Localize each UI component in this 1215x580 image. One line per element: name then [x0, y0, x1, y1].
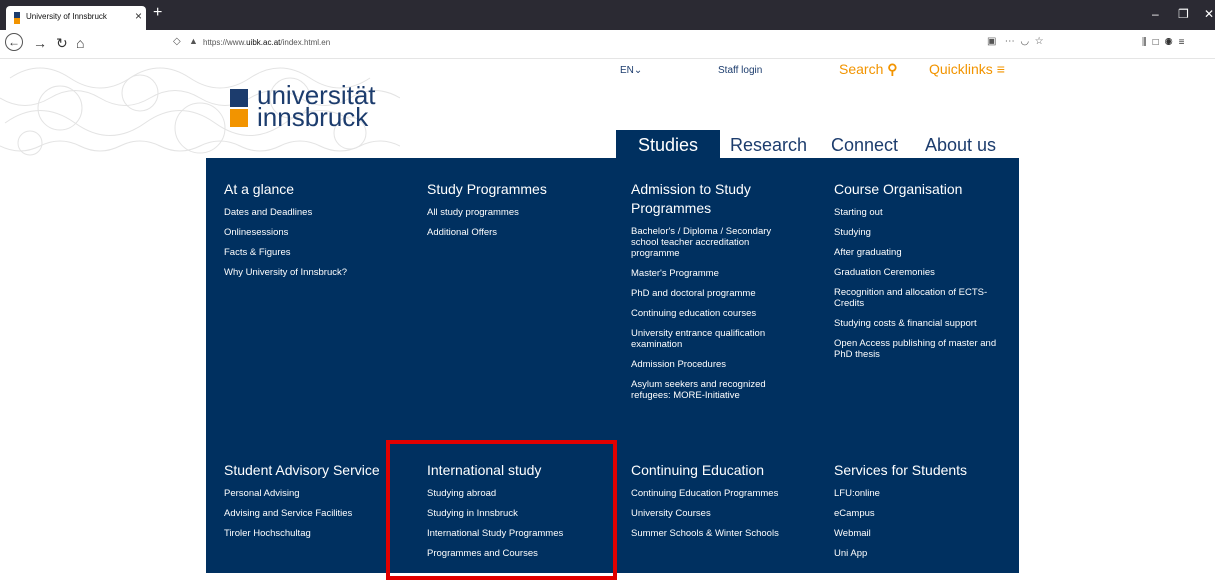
menu-link[interactable]: Personal Advising: [224, 488, 404, 499]
tab-title: University of Innsbruck: [26, 12, 107, 21]
menu-link[interactable]: Master's Programme: [631, 268, 796, 279]
menu-link[interactable]: All study programmes: [427, 207, 607, 218]
new-tab-icon[interactable]: +: [153, 5, 162, 21]
menu-link[interactable]: PhD and doctoral programme: [631, 288, 796, 299]
menu-link[interactable]: Tiroler Hochschultag: [224, 528, 404, 539]
menu-link[interactable]: After graduating: [834, 247, 999, 258]
back-icon[interactable]: ←: [5, 33, 23, 51]
search-link[interactable]: Search ⚲: [839, 61, 898, 78]
close-window-icon[interactable]: ✕: [1204, 8, 1214, 20]
menu-link[interactable]: Webmail: [834, 528, 1014, 539]
menu-link[interactable]: Studying costs & financial support: [834, 318, 999, 329]
menu-link[interactable]: University entrance qualification examin…: [631, 328, 796, 350]
menu-icon: ≡: [996, 61, 1005, 77]
close-tab-icon[interactable]: ×: [135, 10, 142, 22]
quicklinks-link[interactable]: Quicklinks ≡: [929, 61, 1005, 77]
reload-icon[interactable]: ↻: [56, 35, 68, 51]
maximize-icon[interactable]: ❐: [1178, 8, 1189, 20]
menu-link[interactable]: eCampus: [834, 508, 1014, 519]
section-admission: Admission to Study Programmes Bachelor's…: [631, 180, 796, 410]
menu-link[interactable]: Starting out: [834, 207, 999, 218]
browser-tab-bar: University of Innsbruck × + – ❐ ✕: [0, 0, 1215, 30]
section-course-organisation: Course Organisation Starting out Studyin…: [834, 180, 999, 369]
section-student-advisory: Student Advisory Service Personal Advisi…: [224, 461, 404, 548]
shield-icon[interactable]: ◇: [173, 36, 181, 47]
menu-link[interactable]: LFU:online: [834, 488, 1014, 499]
browser-nav-bar: ← → ↻ ⌂ ◇ ▲ https://www.uibk.ac.at/index…: [0, 30, 1215, 59]
browser-tab[interactable]: University of Innsbruck ×: [6, 6, 146, 30]
nav-studies[interactable]: Studies: [616, 130, 721, 160]
home-icon[interactable]: ⌂: [76, 35, 84, 51]
menu-link[interactable]: Recognition and allocation of ECTS-Credi…: [834, 287, 999, 309]
forward-icon[interactable]: →: [33, 35, 47, 51]
menu-link[interactable]: Additional Offers: [427, 227, 607, 238]
favicon-icon: [14, 12, 20, 24]
menu-link[interactable]: Facts & Figures: [224, 247, 404, 258]
page-action-icons[interactable]: ▣ ⋯ ◡ ☆: [987, 36, 1044, 47]
site-header: universität innsbruck EN⌄ Staff login Sea…: [0, 58, 1215, 160]
menu-link[interactable]: Dates and Deadlines: [224, 207, 404, 218]
section-continuing-education: Continuing Education Continuing Educatio…: [631, 461, 811, 548]
url-bar[interactable]: ◇ ▲ https://www.uibk.ac.at/index.html.en…: [165, 33, 1045, 55]
lock-icon[interactable]: ▲: [189, 36, 198, 46]
menu-link[interactable]: Why University of Innsbruck?: [224, 267, 404, 278]
menu-link[interactable]: Continuing education courses: [631, 308, 796, 319]
menu-link[interactable]: Advising and Service Facilities: [224, 508, 404, 519]
menu-link[interactable]: Admission Procedures: [631, 359, 796, 370]
nav-about-us[interactable]: About us: [903, 130, 1018, 160]
menu-link[interactable]: Studying: [834, 227, 999, 238]
menu-link[interactable]: Continuing Education Programmes: [631, 488, 811, 499]
language-selector[interactable]: EN⌄: [620, 65, 642, 76]
url-text[interactable]: https://www.uibk.ac.at/index.html.en: [203, 38, 330, 47]
section-at-a-glance: At a glance Dates and Deadlines Onlinese…: [224, 180, 404, 287]
section-services-for-students: Services for Students LFU:online eCampus…: [834, 461, 1014, 568]
minimize-icon[interactable]: –: [1152, 8, 1159, 20]
section-study-programmes: Study Programmes All study programmes Ad…: [427, 180, 607, 247]
staff-login-link[interactable]: Staff login: [718, 65, 762, 76]
toolbar-icons[interactable]: ⫼□◉≡: [1142, 37, 1190, 48]
menu-link[interactable]: Graduation Ceremonies: [834, 267, 999, 278]
menu-link[interactable]: University Courses: [631, 508, 811, 519]
highlight-box: [386, 440, 617, 580]
menu-link[interactable]: Onlinesessions: [224, 227, 404, 238]
menu-link[interactable]: Summer Schools & Winter Schools: [631, 528, 811, 539]
menu-link[interactable]: Uni App: [834, 548, 1014, 559]
search-icon: ⚲: [887, 61, 898, 77]
menu-link[interactable]: Bachelor's / Diploma / Secondary school …: [631, 226, 796, 259]
menu-link[interactable]: Open Access publishing of master and PhD…: [834, 338, 999, 360]
menu-link[interactable]: Asylum seekers and recognized refugees: …: [631, 379, 796, 401]
